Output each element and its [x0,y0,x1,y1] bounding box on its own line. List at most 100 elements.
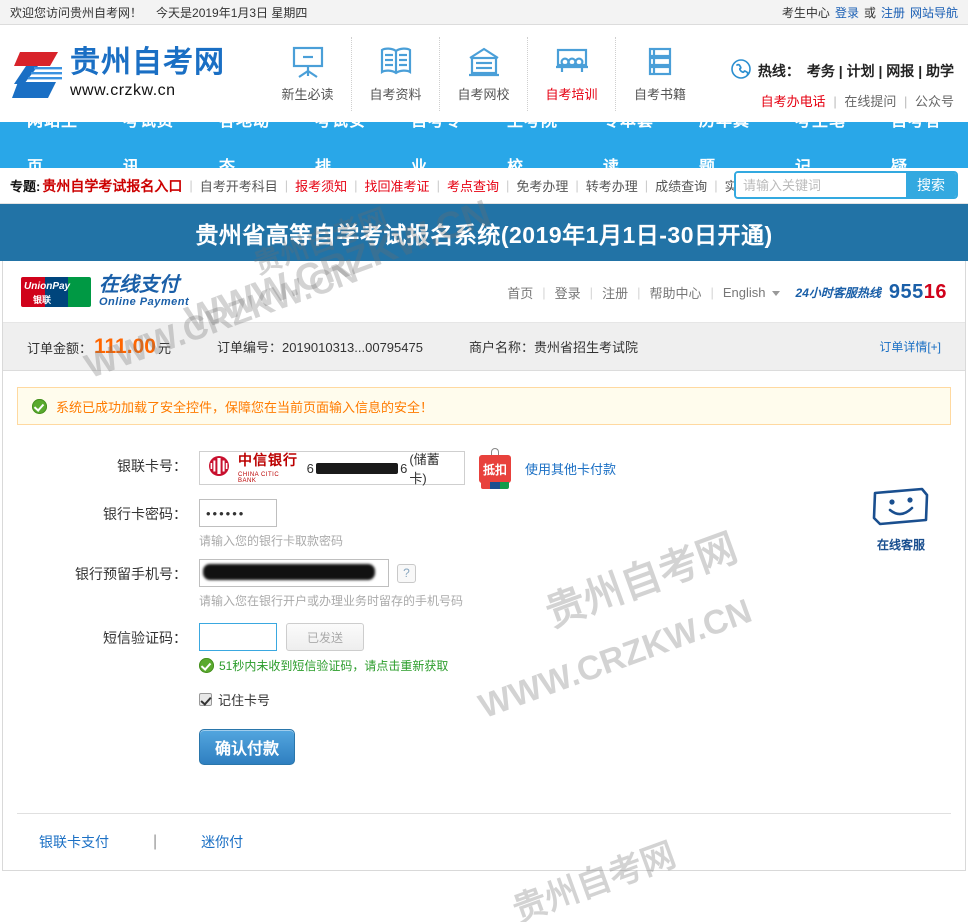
welcome-text: 欢迎您访问贵州自考网！ [10,5,143,20]
topic-link-zhuankao[interactable]: 转考办理 [586,176,638,195]
order-amount-group: 订单金额： 111.00 元 [27,335,171,359]
divider: | [903,94,908,109]
payment-header-nav: 首页 | 登录 | 注册 | 帮助中心 | English 24小时客服热线 9… [507,261,947,323]
send-sms-button[interactable]: 已发送 [286,623,364,651]
card-number-prefix: 6 [306,460,314,476]
phone-control: ? 请输入您在银行开户或办理业务时留存的手机号码 [199,559,965,609]
or-text: 或 [863,5,876,20]
tag-foot [481,482,509,489]
search-box: 搜索 [734,171,958,199]
site-logo[interactable]: 贵州自考网 www.crzkw.cn [12,46,264,102]
card-type: (储蓄卡) [409,452,440,486]
unionpay-wordmark: 在线支付 Online Payment [99,274,189,309]
search-button[interactable]: 搜索 [906,173,956,197]
order-number-group: 订单编号： 2019010313...00795475 [217,337,423,356]
language-selector[interactable]: English [723,285,780,300]
topic-lead-link[interactable]: 贵州自学考试报名入口 [42,176,182,196]
pay-nav-help[interactable]: 帮助中心 [649,283,701,302]
main-navigation: 网站主页 考试资讯 各地动态 考试安排 自考专业 主考院校 专本套读 历年真题 … [0,113,968,176]
online-payment-cn: 在线支付 [99,274,179,296]
topic-label: 专题: [10,179,41,194]
topic-link-kaodianchaxun[interactable]: 考点查询 [447,176,499,195]
card-number-redaction [315,462,399,474]
unionpay-badge-icon: UnionPay 银联 [21,276,91,307]
help-icon[interactable]: ? [397,563,416,583]
icon-nav-item-zikaopeixun[interactable]: 自考培训 [528,36,616,111]
sms-label: 短信验证码： [103,630,187,646]
order-detail-toggle[interactable]: 订单详情[+] [879,338,941,355]
footer-link-unionpay[interactable]: 银联卡支付 [39,832,109,852]
phone-redaction [203,564,375,580]
sms-status-text[interactable]: 51秒内未收到短信验证码，请点击重新获取 [219,657,448,674]
login-link[interactable]: 登录 [835,4,859,21]
current-date-text: 今天是2019年1月3日 星期四 [156,5,308,20]
search-input[interactable] [736,173,906,197]
order-summary-bar: 订单金额： 111.00 元 订单编号： 2019010313...007954… [3,323,965,371]
selected-card-box[interactable]: 中信银行 CHINA CITIC BANK 6 6 (储蓄卡) [199,449,465,487]
icon-nav-item-zikaoziliao[interactable]: 自考资料 [352,36,440,111]
divider: | [284,178,289,193]
easel-icon [290,45,326,79]
register-link[interactable]: 注册 [881,4,905,21]
icon-nav-item-xinshengbidu[interactable]: 新生必读 [264,36,352,111]
topic-link-mainkao[interactable]: 免考办理 [516,176,568,195]
office-phone-link[interactable]: 自考办电话 [761,94,826,109]
unionpay-badge-text-cn: 银联 [33,294,52,305]
phone-hint: 请输入您在银行开户或办理业务时留存的手机号码 [199,594,464,608]
divider: | [505,178,510,193]
order-amount-value: 111.00 [94,334,156,358]
use-other-card-link[interactable]: 使用其他卡付款 [525,459,616,478]
unionpay-logo: UnionPay 银联 在线支付 Online Payment [21,275,189,308]
icon-nav-label: 自考网校 [457,86,510,102]
topic-link-baokaoxuzhi[interactable]: 报考须知 [295,176,347,195]
pay-nav-login[interactable]: 登录 [555,283,581,302]
pay-nav-home[interactable]: 首页 [507,283,533,302]
bank-name-en: CHINA CITIC BANK [238,472,280,484]
customer-service-label: 在线客服 [876,538,925,552]
unionpay-badge-text-en: UnionPay [24,280,71,292]
logo-url: www.crzkw.cn [70,82,176,99]
registration-banner: 贵州省高等自学考试报名系统(2019年1月1日-30日开通) [0,204,968,261]
phone-label: 银行预留手机号： [75,566,187,582]
security-notice-text: 系统已成功加载了安全控件，保障您在当前页面输入信息的安全！ [56,399,434,415]
password-control: 请输入您的银行卡取款密码 [199,499,965,549]
site-nav-link[interactable]: 网站导航 [910,4,958,21]
sms-input-row: 已发送 [199,623,965,651]
online-ask-link[interactable]: 在线提问 [844,94,896,109]
building-icon [466,45,502,79]
hotline-row-links: 自考办电话 | 在线提问 | 公众号 [731,91,954,110]
icon-nav-item-zikaoshuji[interactable]: 自考书籍 [616,37,704,111]
sms-code-input[interactable] [199,623,277,651]
topic-link-zhaohui[interactable]: 找回准考证 [365,176,430,195]
discount-tag-label: 抵扣 [479,455,511,483]
payment-header: UnionPay 银联 在线支付 Online Payment 首页 | 登录 … [3,261,965,323]
top-bar-left: 欢迎您访问贵州自考网！ 今天是2019年1月3日 星期四 [10,4,307,21]
online-customer-service[interactable]: 在线客服 [864,485,938,553]
divider: | [644,178,649,193]
icon-nav-item-zikaowangxiao[interactable]: 自考网校 [440,36,528,111]
stacked-books-icon [642,45,678,79]
language-label: English [722,284,766,300]
top-bar-right: 考生中心 登录 或 注册 网站导航 [782,4,958,21]
smiley-chat-icon [870,487,932,533]
banner-title: 贵州省高等自学考试报名系统(2019年1月1日-30日开通) [195,221,773,248]
pay-nav-register[interactable]: 注册 [602,283,628,302]
remember-card-checkbox[interactable] [199,693,212,706]
icon-nav-label: 新生必读 [281,86,334,102]
footer-link-minipay[interactable]: 迷你付 [201,832,243,852]
chevron-down-icon [771,290,780,296]
topic-link-kaokemu[interactable]: 自考开考科目 [200,176,278,195]
confirm-payment-button[interactable]: 确认付款 [199,729,295,765]
hotline-number: 95516 [889,281,947,304]
card-password-input[interactable] [199,499,277,527]
topic-link-chengji[interactable]: 成绩查询 [655,176,707,195]
form-row-password: 银行卡密码： 请输入您的银行卡取款密码 [3,499,965,549]
card-number-masked: 6 6 (储蓄卡) [307,449,456,487]
discount-tag-icon[interactable]: 抵扣 [479,448,511,489]
site-header: 贵州自考网 www.crzkw.cn 新生必读 自考资料 自考网校 自考培训 自… [0,25,968,122]
hotline-row-primary: 热线： 考务 | 计划 | 网报 | 助学 [731,59,954,82]
remember-card-row[interactable]: 记住卡号 [199,690,965,709]
security-notice: 系统已成功加载了安全控件，保障您在当前页面输入信息的安全！ [17,387,951,425]
wechat-link[interactable]: 公众号 [915,94,954,109]
merchant-group: 商户名称： 贵州省招生考试院 [469,337,638,356]
